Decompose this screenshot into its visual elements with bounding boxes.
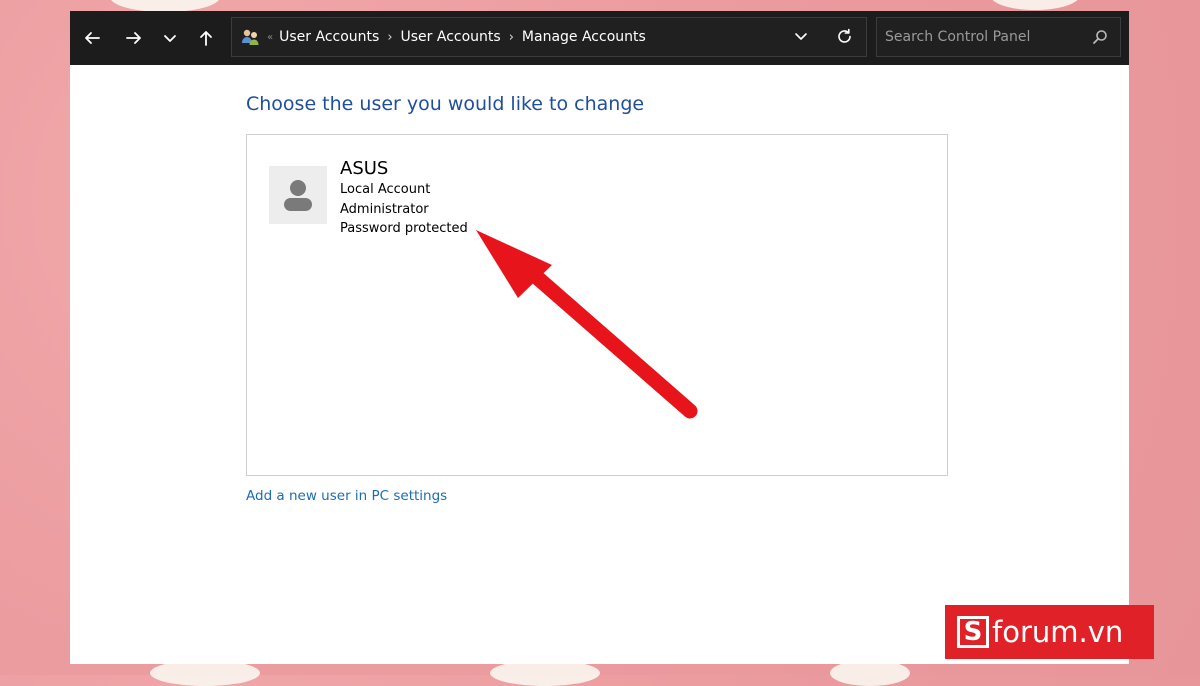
annotation-arrow <box>476 230 698 419</box>
sforum-logo-badge: S <box>957 616 989 648</box>
sforum-watermark-logo: S forum.vn <box>945 605 1154 659</box>
sforum-logo-text: forum.vn <box>992 615 1124 649</box>
